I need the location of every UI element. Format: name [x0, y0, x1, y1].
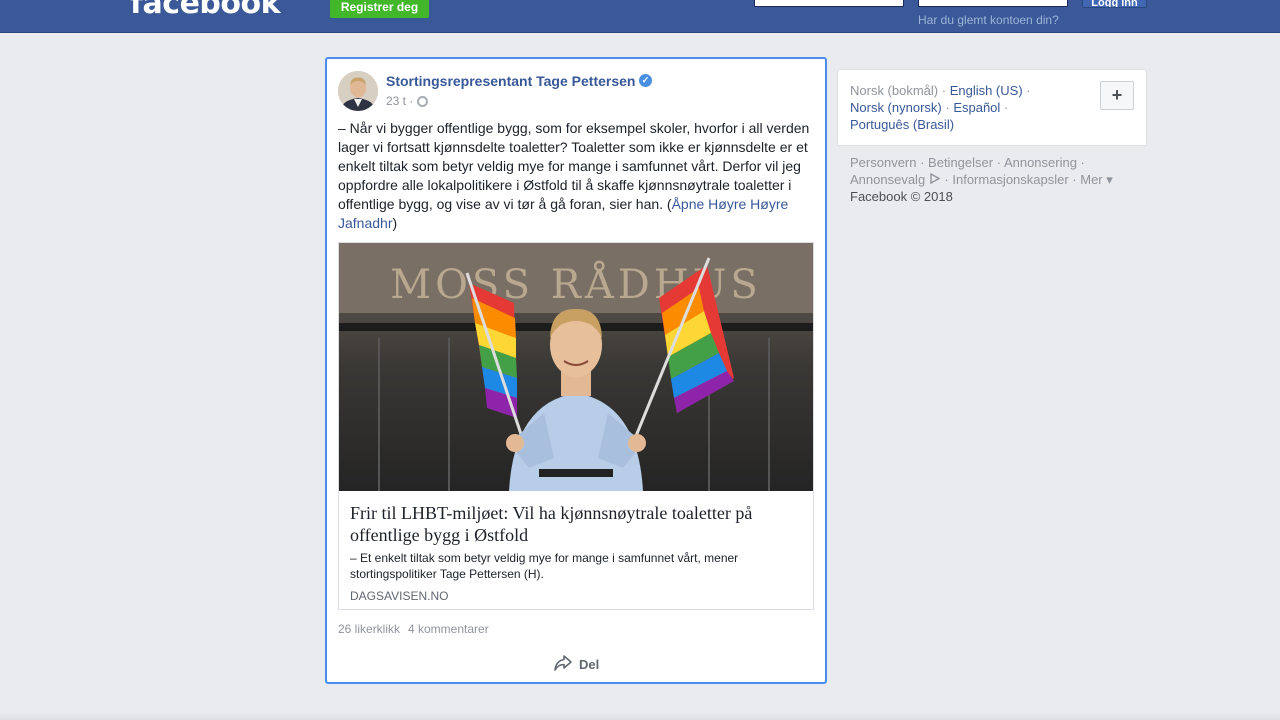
ads-link[interactable]: Annonsering [1004, 155, 1077, 170]
footer-row-2: Annonsevalg · Informasjonskapsler · Mer … [850, 172, 1113, 187]
footer-links: Personvern · Betingelser · Annonsering ·… [850, 154, 1140, 205]
lang-row-2: Norsk (nynorsk) · Español · [850, 100, 1009, 115]
share-button[interactable]: Del [553, 654, 599, 675]
author-avatar[interactable] [338, 71, 378, 111]
share-icon [553, 654, 573, 675]
lang-spanish-link[interactable]: Español [953, 100, 1000, 115]
preview-image[interactable]: MOSS RÅDHUS [339, 243, 813, 491]
post-text: – Når vi bygger offentlige bygg, som for… [338, 119, 816, 233]
ad-choices-link[interactable]: Annonsevalg [850, 172, 925, 187]
link-preview[interactable]: MOSS RÅDHUS Frir til LHBT-miljøet: Vil h… [338, 242, 814, 610]
lang-nynorsk-link[interactable]: Norsk (nynorsk) [850, 100, 942, 115]
lang-english-link[interactable]: English (US) [950, 83, 1023, 98]
language-box: Norsk (bokmål) · English (US) · Norsk (n… [837, 69, 1147, 146]
footer-row-1: Personvern · Betingelser · Annonsering · [850, 155, 1085, 170]
facebook-logo[interactable]: facebook [130, 0, 281, 21]
post-text-end: ) [392, 215, 398, 231]
globe-icon [417, 95, 429, 107]
top-bar: facebook Registrer deg Logg inn Har du g… [0, 0, 1280, 33]
lang-current: Norsk (bokmål) [850, 83, 939, 98]
ad-choices-icon [929, 172, 941, 187]
copyright: Facebook © 2018 [850, 189, 953, 204]
privacy-link[interactable]: Personvern [850, 155, 916, 170]
password-input[interactable] [918, 0, 1068, 7]
comments-count[interactable]: 4 kommentarer [408, 622, 489, 636]
more-caret-icon[interactable]: ▾ [1106, 172, 1113, 187]
more-link[interactable]: Mer [1080, 172, 1102, 187]
preview-description: – Et enkelt tiltak som betyr veldig mye … [350, 551, 739, 581]
lang-row-3: Português (Brasil) [850, 117, 954, 132]
terms-link[interactable]: Betingelser [928, 155, 993, 170]
email-input[interactable] [754, 0, 904, 7]
post-card: Stortingsrepresentant Tage Pettersen ✓ 2… [325, 57, 827, 684]
author-name[interactable]: Stortingsrepresentant Tage Pettersen [386, 73, 635, 89]
share-label: Del [579, 657, 600, 672]
preview-title[interactable]: Frir til LHBT-miljøet: Vil ha kjønnsnøyt… [350, 502, 790, 546]
post-time[interactable]: 23 t · [386, 94, 413, 108]
lang-row-1: Norsk (bokmål) · English (US) · [850, 83, 1031, 98]
likes-count[interactable]: 26 likerklikk [338, 622, 400, 636]
preview-domain: DAGSAVISEN.NO [350, 589, 449, 603]
add-language-button[interactable]: + [1100, 81, 1134, 110]
bottom-shade [0, 712, 1280, 720]
verified-badge-icon: ✓ [639, 74, 652, 87]
post-meta: 23 t · [386, 94, 429, 108]
forgot-account-link[interactable]: Har du glemt kontoen din? [918, 13, 1059, 27]
login-button[interactable]: Logg inn [1082, 0, 1147, 8]
register-button[interactable]: Registrer deg [330, 0, 429, 18]
cookies-link[interactable]: Informasjonskapsler [952, 172, 1068, 187]
lang-portuguese-link[interactable]: Português (Brasil) [850, 117, 954, 132]
